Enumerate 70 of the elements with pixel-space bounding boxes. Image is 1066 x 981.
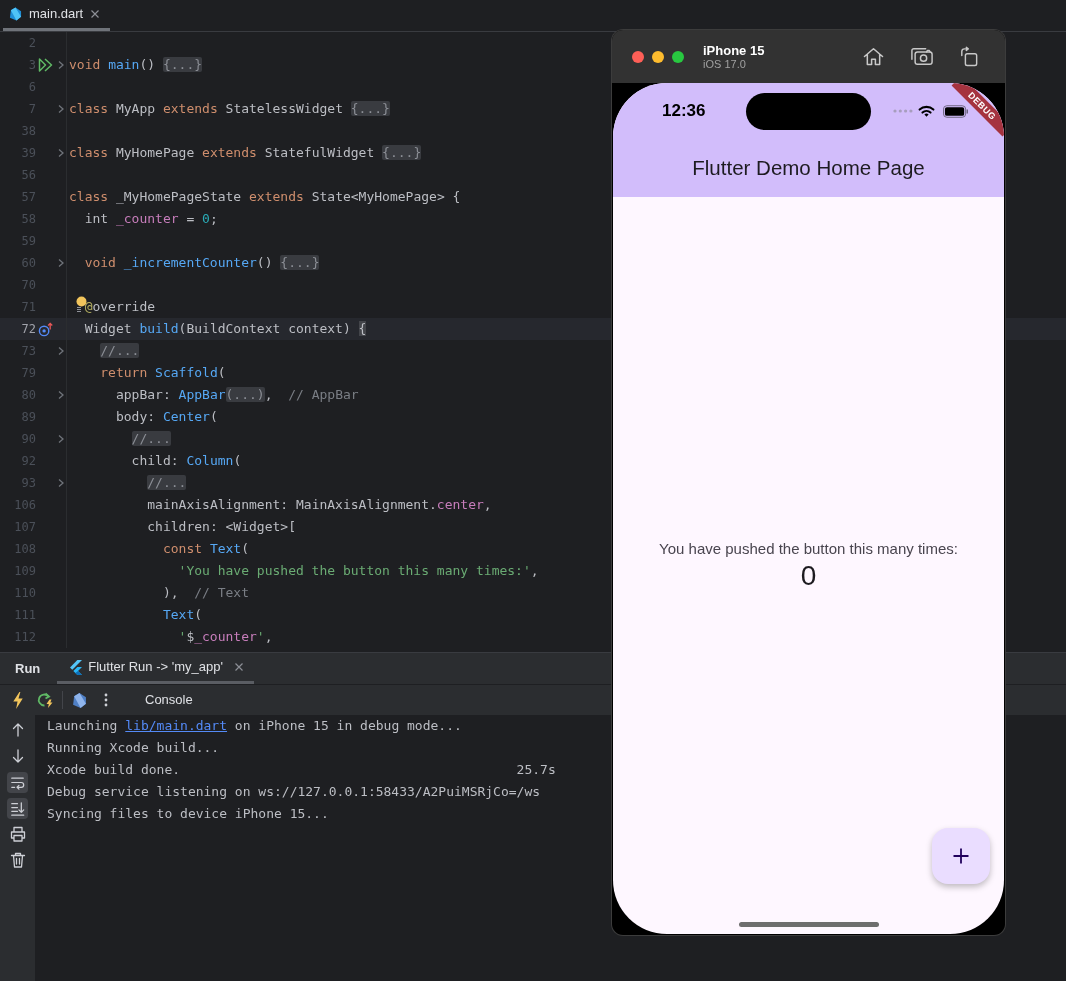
chevron-icon[interactable] [57,346,64,356]
close-icon[interactable] [90,9,101,19]
chevron-icon[interactable] [57,258,64,268]
soft-wrap-icon[interactable] [7,771,28,793]
code-line: ), // Text [162,584,249,602]
chevron-icon[interactable] [57,104,64,114]
window-zoom-icon[interactable] [672,50,684,63]
trash-icon[interactable] [9,852,26,868]
code-line: int _counter = 0; [84,210,218,228]
signal-dots-icon [893,109,913,113]
counter-value: 0 [800,558,817,593]
code-line: 'You have pushed the button this many times:', [178,562,539,580]
app-bar-title: Flutter Demo Home Page [692,154,925,181]
flutter-logo-icon [70,659,83,675]
lightning-icon[interactable] [12,691,24,709]
chevron-icon[interactable] [57,390,64,400]
plus-icon [953,848,969,864]
code-line: Text( [162,606,203,624]
chevron-icon[interactable] [57,478,64,488]
close-icon[interactable] [233,662,244,672]
scroll-to-end-icon[interactable] [7,797,28,819]
battery-icon [943,104,969,118]
console-line: Xcode build done. [47,761,181,780]
console-line: Launching lib/main.dart on iPhone 15 in debug mode... [47,717,462,736]
window-minimize-icon[interactable] [652,50,664,63]
wifi-icon [918,105,935,117]
chevron-icon[interactable] [57,434,64,444]
code-line: @override [84,298,156,316]
code-line: class _MyHomePageState extends State<MyHomePage> { [69,188,461,206]
line-number: 72 [20,321,36,338]
more-options-icon[interactable] [104,693,108,707]
panel-title: Run [15,659,41,678]
chevron-icon[interactable] [57,148,64,158]
console-tab[interactable]: Console [145,690,193,710]
home-icon[interactable] [863,47,884,66]
counter-message: You have pushed the button this many times: [659,538,958,559]
code-line: void main() {...} [69,56,203,74]
build-duration: 25.7s [516,761,556,780]
camera-icon[interactable] [911,47,933,66]
run-icon[interactable] [38,58,53,72]
code-line: appBar: AppBar(...), // AppBar [115,386,359,404]
chevron-icon[interactable] [57,60,64,70]
code-line: const Text( [162,540,249,558]
devtools-icon[interactable] [72,692,87,708]
code-line: Widget build(BuildContext context) { [84,320,367,338]
code-line: return Scaffold( [100,364,226,382]
dart-file-icon [9,7,22,21]
file-tab[interactable]: main.dart [3,0,111,31]
code-line: class MyHomePage extends StatefulWidget {...} [69,144,422,162]
console-line: Syncing files to device iPhone 15... [47,805,329,824]
console-line: Debug service listening on ws://127.0.0.1:58433/A2PuiMSRjCo=/ws [47,783,541,802]
code-line: child: Column( [131,452,242,470]
file-link[interactable]: lib/main.dart [125,718,228,734]
console-line: Running Xcode build... [47,739,220,758]
ring-arrow-icon[interactable] [38,321,53,337]
code-line: class MyApp extends StatelessWidget {...} [69,100,390,118]
device-name: iPhone 15 [703,42,765,58]
printer-icon[interactable] [9,826,26,842]
lightbulb-icon[interactable] [75,296,87,312]
code-line: body: Center( [115,408,218,426]
code-line: '$_counter', [178,628,273,646]
restart-icon[interactable] [36,692,54,708]
run-tab[interactable]: Flutter Run -> 'my_app' [57,653,254,684]
code-line: mainAxisAlignment: MainAxisAlignment.center, [147,496,492,514]
status-time: 12:36 [662,100,706,123]
code-line: void _incrementCounter() {...} [84,254,320,272]
rotate-icon[interactable] [960,46,978,67]
window-close-icon[interactable] [632,50,644,63]
os-version: iOS 17.0 [703,57,747,71]
code-line: children: <Widget>[ [147,518,296,536]
